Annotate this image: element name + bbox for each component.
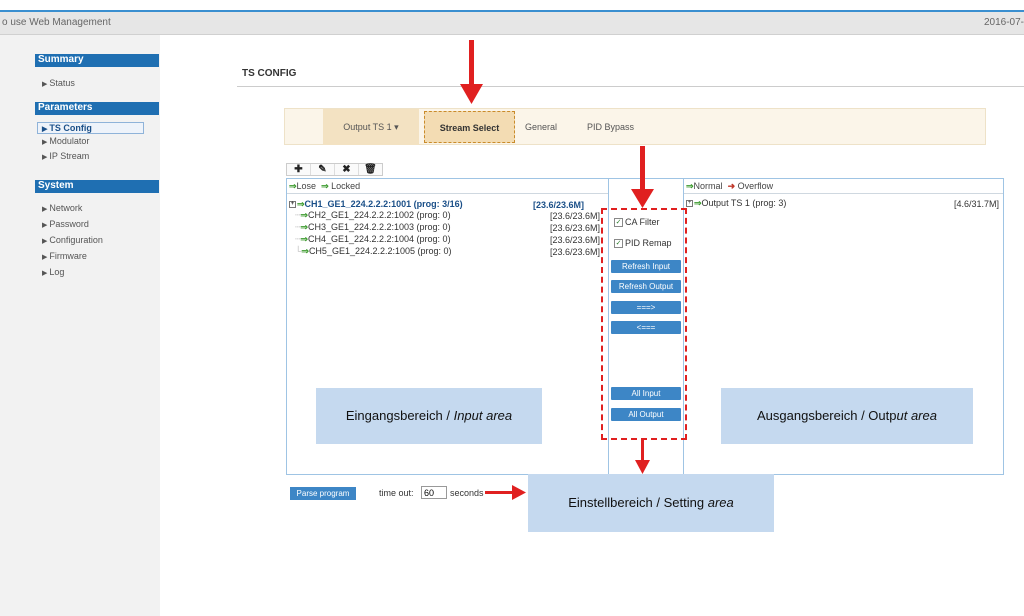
arrow-down-icon xyxy=(460,84,483,104)
input-area-label-en: Input area xyxy=(453,408,513,423)
parse-program-button[interactable]: Parse program xyxy=(290,487,356,500)
input-area-callout: Eingangsbereich / Input area xyxy=(316,388,542,444)
setting-area-label-en: area xyxy=(707,495,734,510)
arrow-shaft xyxy=(469,40,474,84)
seconds-label: seconds xyxy=(450,488,484,498)
annotation-arrows xyxy=(460,40,654,500)
arrow-right-icon xyxy=(512,485,526,500)
arrow-shaft xyxy=(641,440,644,460)
output-area-label-en: ut area xyxy=(896,408,937,423)
timeout-label: time out: xyxy=(379,488,414,498)
output-area-callout: Ausgangsbereich / Outp ut area xyxy=(721,388,973,444)
setting-area-label-de: Einstellbereich / Setting xyxy=(568,495,705,510)
setting-area-callout: Einstellbereich / Setting area xyxy=(528,474,774,532)
arrow-down-icon xyxy=(631,189,654,208)
output-area-label-de: Ausgangsbereich / Outp xyxy=(757,408,897,423)
arrow-down-icon xyxy=(635,460,650,474)
arrow-shaft xyxy=(485,491,513,494)
input-area-label-de: Eingangsbereich / xyxy=(345,408,450,423)
timeout-input[interactable] xyxy=(421,486,447,499)
arrow-shaft xyxy=(640,146,645,190)
